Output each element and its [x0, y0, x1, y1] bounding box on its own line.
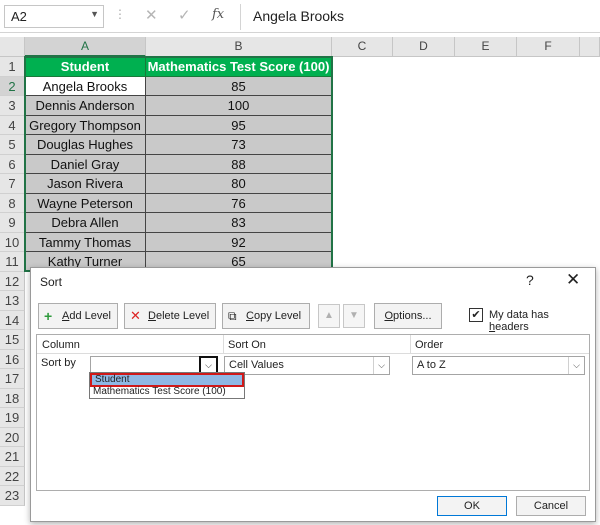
row-header[interactable]: 13 [0, 291, 25, 311]
table-cell[interactable]: 92 [146, 232, 332, 252]
row-header[interactable]: 16 [0, 349, 25, 369]
cancel-icon[interactable]: ✕ [145, 6, 158, 24]
add-level-button[interactable]: + Add Level [38, 303, 118, 329]
row-header[interactable]: 8 [0, 193, 25, 213]
row-header[interactable]: 9 [0, 213, 25, 233]
header-cell-score[interactable]: Mathematics Test Score (100) [146, 57, 332, 77]
dropdown-option-student[interactable]: Student [90, 373, 244, 387]
chevron-down-icon[interactable]: ⌵ [373, 357, 389, 374]
row-header[interactable]: 23 [0, 486, 25, 506]
sort-toolbar: + Add Level ✕ Delete Level ⧉ Copy Level ▲ ▼… [36, 303, 591, 333]
row-header[interactable]: 19 [0, 408, 25, 428]
order-heading: Order [415, 339, 444, 351]
row-header[interactable]: 3 [0, 96, 25, 116]
row-header[interactable]: 5 [0, 135, 25, 155]
column-header-c[interactable]: C [332, 37, 393, 57]
check-icon[interactable]: ✓ [178, 6, 191, 24]
table-cell[interactable]: 95 [146, 115, 332, 135]
table-cell[interactable]: Debra Allen [25, 213, 146, 233]
my-data-has-headers-checkbox[interactable]: ✔ [469, 308, 483, 322]
sort-by-label: Sort by [41, 357, 76, 369]
chevron-down-icon: ▼ [349, 310, 359, 321]
row-header[interactable]: 10 [0, 232, 25, 252]
row-header[interactable]: 17 [0, 369, 25, 389]
table-cell[interactable]: Jason Rivera [25, 174, 146, 194]
row-header[interactable]: 18 [0, 388, 25, 408]
row-header[interactable]: 1 [0, 57, 25, 77]
table-cell[interactable]: 80 [146, 174, 332, 194]
ok-button[interactable]: OK [437, 496, 507, 516]
divider [240, 4, 241, 30]
column-header-g[interactable] [580, 37, 600, 57]
delete-level-button[interactable]: ✕ Delete Level [124, 303, 216, 329]
copy-icon: ⧉ [228, 309, 237, 323]
divider [37, 353, 589, 354]
chevron-down-icon[interactable]: ▼ [90, 9, 99, 19]
fx-icon[interactable]: fx [212, 7, 224, 22]
formula-bar: A2 ▼ ⋮ ✕ ✓ fx Angela Brooks [0, 0, 600, 33]
column-header-d[interactable]: D [393, 37, 455, 57]
column-header-b[interactable]: B [146, 37, 332, 57]
dialog-title: Sort [40, 275, 63, 289]
my-data-has-headers-label[interactable]: My data has headers [489, 309, 591, 333]
table-cell[interactable]: 100 [146, 96, 332, 116]
name-box[interactable]: A2 ▼ [4, 5, 104, 28]
plus-icon: + [44, 308, 53, 324]
row-header[interactable]: 11 [0, 252, 25, 272]
header-cell-student[interactable]: Student [25, 57, 146, 77]
more-dots-icon: ⋮ [114, 7, 126, 21]
copy-level-button[interactable]: ⧉ Copy Level [222, 303, 310, 329]
cancel-button[interactable]: Cancel [516, 496, 586, 516]
checkmark-icon: ✔ [471, 309, 481, 321]
divider [223, 335, 224, 353]
formula-input[interactable]: Angela Brooks [253, 8, 344, 24]
name-box-value: A2 [11, 9, 27, 24]
row-header[interactable]: 4 [0, 115, 25, 135]
help-icon[interactable]: ? [526, 272, 534, 288]
table-cell[interactable]: 73 [146, 135, 332, 155]
options-button[interactable]: Options... [374, 303, 442, 329]
row-header[interactable]: 6 [0, 154, 25, 174]
row-header[interactable]: 21 [0, 447, 25, 467]
column-header-a[interactable]: A [25, 37, 146, 57]
x-icon: ✕ [130, 308, 141, 323]
table-cell[interactable]: Dennis Anderson [25, 96, 146, 116]
sort-on-heading: Sort On [228, 339, 266, 351]
row-header[interactable]: 2 [0, 76, 25, 96]
row-header[interactable]: 14 [0, 310, 25, 330]
table-cell[interactable]: Douglas Hughes [25, 135, 146, 155]
sort-levels-panel: Column Sort On Order Sort by ⌵ Cell Valu… [36, 334, 590, 491]
table-cell[interactable]: Angela Brooks [25, 76, 146, 96]
column-header-f[interactable]: F [517, 37, 580, 57]
dropdown-option-math-score[interactable]: Mathematics Test Score (100) [90, 386, 244, 399]
row-header[interactable]: 22 [0, 466, 25, 486]
column-header-e[interactable]: E [455, 37, 517, 57]
move-down-button[interactable]: ▼ [343, 304, 365, 328]
table-cell[interactable]: 83 [146, 213, 332, 233]
table-cell[interactable]: 76 [146, 193, 332, 213]
chevron-down-icon[interactable]: ⌵ [568, 357, 584, 374]
sort-on-select[interactable]: Cell Values ⌵ [224, 356, 390, 375]
row-header[interactable]: 20 [0, 427, 25, 447]
chevron-up-icon: ▲ [324, 310, 334, 321]
table-cell[interactable]: 85 [146, 76, 332, 96]
row-header[interactable]: 12 [0, 271, 25, 291]
row-header[interactable]: 15 [0, 330, 25, 350]
row-header[interactable]: 7 [0, 174, 25, 194]
close-icon[interactable]: ✕ [566, 270, 580, 290]
table-cell[interactable]: 88 [146, 154, 332, 174]
table-cell[interactable]: Wayne Peterson [25, 193, 146, 213]
table-cell[interactable]: Gregory Thompson [25, 115, 146, 135]
column-heading: Column [42, 339, 80, 351]
select-all-corner[interactable] [0, 37, 25, 57]
table-cell[interactable]: Tammy Thomas [25, 232, 146, 252]
divider [410, 335, 411, 353]
move-up-button[interactable]: ▲ [318, 304, 340, 328]
table-cell[interactable]: Daniel Gray [25, 154, 146, 174]
sort-by-dropdown-list: Student Mathematics Test Score (100) [89, 372, 245, 399]
order-select[interactable]: A to Z ⌵ [412, 356, 585, 375]
